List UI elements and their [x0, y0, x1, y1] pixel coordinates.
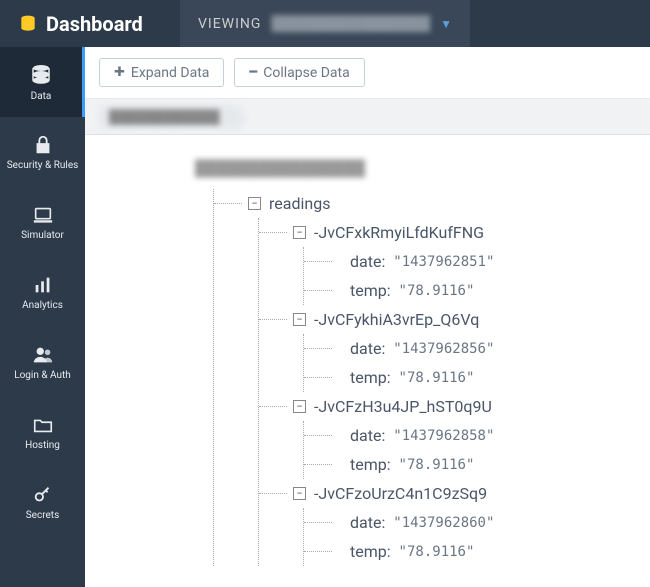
- tree-entry-id[interactable]: -JvCFzoUrzC4n1C9zSq9: [314, 484, 487, 503]
- collapse-toggle[interactable]: −: [293, 400, 306, 413]
- button-label: Expand Data: [131, 65, 209, 81]
- viewing-selector[interactable]: VIEWING ████████████████ ▼: [180, 0, 470, 47]
- sidebar-item-simulator[interactable]: Simulator: [0, 187, 85, 257]
- collapse-toggle[interactable]: −: [293, 313, 306, 326]
- key-icon: [32, 484, 54, 506]
- collapse-data-button[interactable]: ━ Collapse Data: [234, 58, 364, 87]
- tree-field-value[interactable]: "1437962856": [393, 341, 494, 357]
- tree-field-key[interactable]: temp:: [350, 455, 391, 474]
- tree-entry-id[interactable]: -JvCFxkRmyiLfdKufFNG: [314, 223, 484, 242]
- toolbar: ✚ Expand Data ━ Collapse Data: [85, 47, 650, 99]
- sidebar-item-label: Hosting: [25, 440, 60, 451]
- tree-field-key[interactable]: temp:: [350, 281, 391, 300]
- sidebar-item-label: Security & Rules: [7, 160, 79, 171]
- tree-field-value[interactable]: "78.9116": [399, 283, 475, 299]
- tree-field-value[interactable]: "1437962858": [393, 428, 494, 444]
- breadcrumb-root[interactable]: ████████████: [99, 105, 238, 129]
- tree-field-value[interactable]: "78.9116": [399, 457, 475, 473]
- laptop-icon: [32, 204, 54, 226]
- tree-field-key[interactable]: temp:: [350, 542, 391, 561]
- minus-icon: ━: [249, 65, 257, 80]
- tree-field-value[interactable]: "1437962860": [393, 515, 494, 531]
- collapse-toggle[interactable]: −: [248, 197, 261, 210]
- database-icon: [18, 14, 38, 34]
- folder-icon: [32, 414, 54, 436]
- sidebar: Data Security & Rules Simulator Analytic…: [0, 47, 85, 587]
- sidebar-item-security[interactable]: Security & Rules: [0, 117, 85, 187]
- data-tree: ████████████████ − readings −-JvCFxkRmyi…: [85, 135, 650, 587]
- tree-field-key[interactable]: temp:: [350, 368, 391, 387]
- sidebar-item-label: Simulator: [21, 230, 64, 241]
- sidebar-item-login[interactable]: Login & Auth: [0, 327, 85, 397]
- tree-field-key[interactable]: date:: [350, 513, 385, 532]
- tree-field-value[interactable]: "78.9116": [399, 544, 475, 560]
- sidebar-item-analytics[interactable]: Analytics: [0, 257, 85, 327]
- sidebar-item-label: Analytics: [22, 300, 63, 311]
- collapse-toggle[interactable]: −: [293, 226, 306, 239]
- tree-field-value[interactable]: "78.9116": [399, 370, 475, 386]
- tree-entry-id[interactable]: -JvCFykhiA3vrEp_Q6Vq: [314, 310, 479, 329]
- sidebar-item-hosting[interactable]: Hosting: [0, 397, 85, 467]
- tree-field-key[interactable]: date:: [350, 426, 385, 445]
- viewing-value: ████████████████: [271, 15, 430, 32]
- logo-area: Dashboard: [0, 12, 180, 36]
- app-header: Dashboard VIEWING ████████████████ ▼: [0, 0, 650, 47]
- expand-data-button[interactable]: ✚ Expand Data: [99, 58, 224, 87]
- tree-field-key[interactable]: date:: [350, 339, 385, 358]
- tree-entry-id[interactable]: -JvCFzH3u4JP_hST0q9U: [314, 397, 492, 416]
- chevron-down-icon: ▼: [440, 17, 452, 31]
- bars-icon: [32, 274, 54, 296]
- tree-field-value[interactable]: "1437962851": [393, 254, 494, 270]
- button-label: Collapse Data: [263, 65, 350, 81]
- lock-icon: [32, 134, 54, 156]
- plus-icon: ✚: [114, 65, 125, 80]
- tree-key[interactable]: readings: [269, 194, 330, 213]
- sidebar-item-secrets[interactable]: Secrets: [0, 467, 85, 537]
- sidebar-item-label: Data: [31, 91, 52, 102]
- sidebar-item-label: Secrets: [26, 510, 60, 521]
- viewing-label: VIEWING: [198, 16, 261, 32]
- tree-field-key[interactable]: date:: [350, 252, 385, 271]
- collapse-toggle[interactable]: −: [293, 487, 306, 500]
- sidebar-item-label: Login & Auth: [14, 370, 71, 381]
- tree-root-label[interactable]: ████████████████: [195, 159, 650, 177]
- database-icon: [29, 63, 53, 87]
- breadcrumb: ████████████: [85, 99, 650, 135]
- main-panel: ✚ Expand Data ━ Collapse Data ██████████…: [85, 47, 650, 587]
- app-title: Dashboard: [46, 12, 143, 36]
- sidebar-item-data[interactable]: Data: [0, 47, 85, 117]
- users-icon: [31, 344, 55, 366]
